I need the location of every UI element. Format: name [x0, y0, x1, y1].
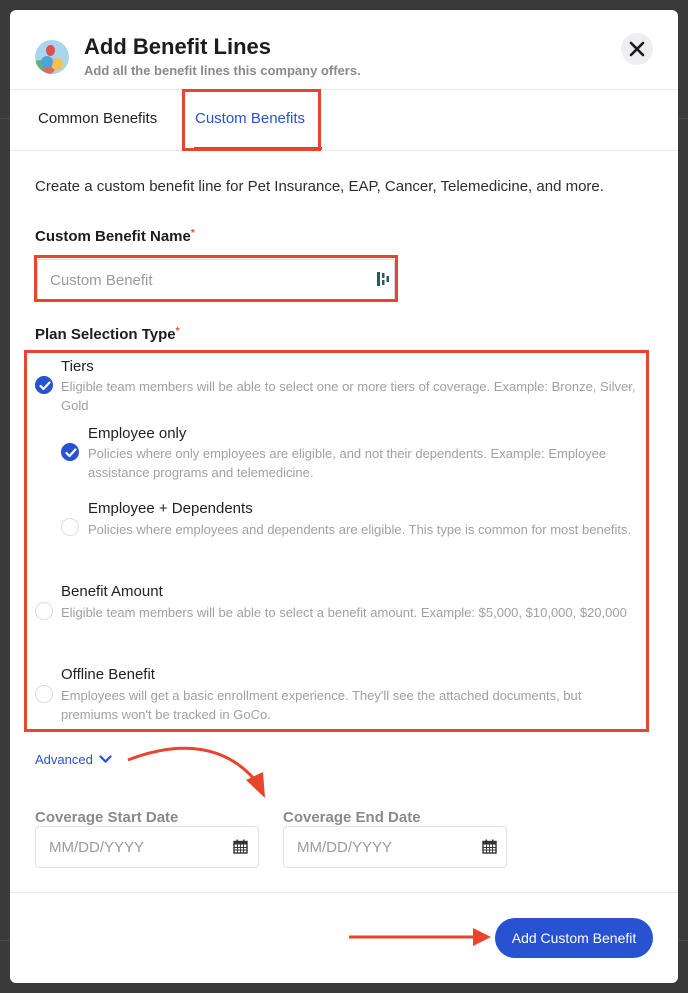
advanced-toggle[interactable]: Advanced	[35, 752, 112, 767]
calendar-icon[interactable]	[482, 839, 497, 854]
employee-dependents-radio[interactable]	[61, 518, 79, 536]
tab-common-benefits[interactable]: Common Benefits	[38, 90, 157, 150]
employee-only-description: Policies where only employees are eligib…	[88, 446, 607, 480]
tab-custom-benefits[interactable]: Custom Benefits	[195, 90, 305, 150]
intro-text: Create a custom benefit line for Pet Ins…	[35, 178, 604, 195]
checkmark-icon	[65, 448, 77, 458]
plan-selection-type-label: Plan Selection Type*	[35, 326, 180, 343]
required-marker: *	[190, 228, 195, 239]
close-x-icon	[629, 41, 645, 57]
chevron-down-icon	[99, 755, 112, 764]
employee-dependents-title: Employee + Dependents	[88, 500, 253, 517]
benefit-amount-description: Eligible team members will be able to se…	[61, 605, 627, 620]
benefit-amount-title: Benefit Amount	[61, 583, 163, 600]
add-custom-benefit-button[interactable]: Add Custom Benefit	[495, 918, 653, 958]
add-benefit-lines-dialog: Add Benefit Lines Add all the benefit li…	[10, 10, 678, 983]
calendar-icon[interactable]	[233, 839, 248, 854]
tiers-radio[interactable]	[35, 376, 53, 394]
custom-benefit-name-input[interactable]	[37, 259, 395, 301]
coverage-end-label: Coverage End Date	[283, 809, 421, 826]
dialog-subtitle: Add all the benefit lines this company o…	[84, 63, 361, 78]
coverage-start-label: Coverage Start Date	[35, 809, 179, 826]
offline-benefit-radio[interactable]	[35, 685, 53, 703]
benefit-tabs: Common Benefits Custom Benefits	[10, 90, 678, 151]
employee-dependents-description: Policies where employees and dependents …	[88, 522, 632, 537]
annotation-arrowhead	[246, 772, 265, 798]
dialog-header: Add Benefit Lines Add all the benefit li…	[10, 10, 678, 90]
footer-divider	[10, 892, 678, 893]
coverage-end-date-input[interactable]	[283, 826, 507, 868]
custom-benefit-name-label-text: Custom Benefit Name	[35, 228, 191, 245]
coverage-start-date-input[interactable]	[35, 826, 259, 868]
annotation-arrowhead	[473, 928, 491, 946]
benefit-amount-radio[interactable]	[35, 602, 53, 620]
tiers-description: Eligible team members will be able to se…	[61, 379, 636, 413]
dialog-title: Add Benefit Lines	[84, 34, 272, 59]
balloons-illustration-icon	[35, 40, 69, 74]
close-button[interactable]	[621, 33, 653, 65]
plan-selection-type-label-text: Plan Selection Type	[35, 326, 176, 343]
annotation-arrow-curved	[127, 746, 257, 781]
offline-benefit-title: Offline Benefit	[61, 666, 155, 683]
tiers-title: Tiers	[61, 358, 94, 375]
checkmark-icon	[39, 381, 51, 391]
required-marker: *	[175, 326, 180, 337]
offline-benefit-description: Employees will get a basic enrollment ex…	[61, 688, 582, 722]
active-tab-indicator	[194, 147, 322, 150]
custom-benefit-name-label: Custom Benefit Name*	[35, 228, 195, 245]
advanced-label: Advanced	[35, 752, 93, 767]
password-manager-icon[interactable]	[376, 271, 390, 287]
employee-only-radio[interactable]	[61, 443, 79, 461]
employee-only-title: Employee only	[88, 425, 187, 442]
